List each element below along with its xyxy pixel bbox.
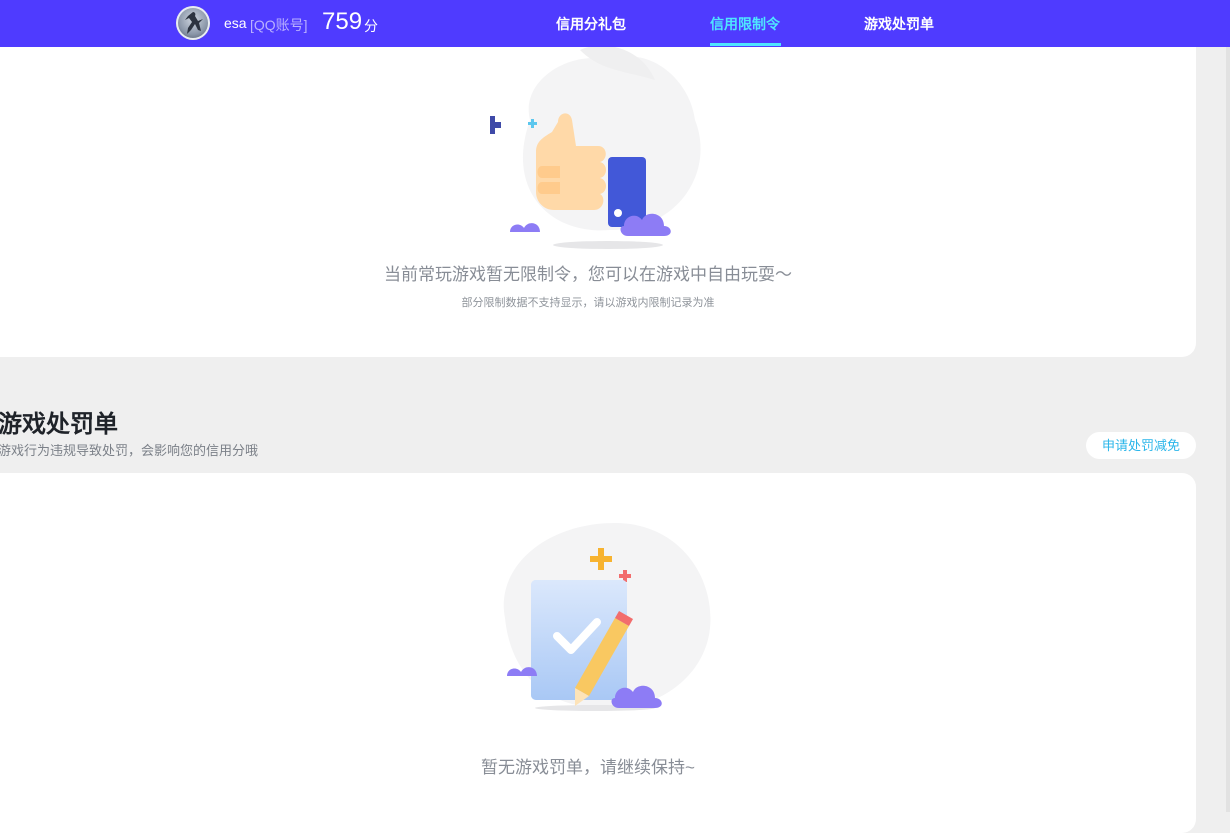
username: esa xyxy=(224,15,247,31)
avatar[interactable] xyxy=(176,6,210,40)
nav-credit-restriction[interactable]: 信用限制令 xyxy=(710,14,780,34)
credit-score: 759 xyxy=(322,8,363,35)
penalty-section-title: 游戏处罚单 xyxy=(0,411,118,438)
apply-penalty-reduction-button[interactable]: 申请处罚减免 xyxy=(1086,432,1196,459)
nav-active-indicator xyxy=(710,43,781,46)
clipboard-check-illustration xyxy=(503,523,711,711)
restriction-card: 当前常玩游戏暂无限制令，您可以在游戏中自由玩耍～ 部分限制数据不支持显示，请以游… xyxy=(0,20,1196,357)
nav-game-penalty[interactable]: 游戏处罚单 xyxy=(864,14,934,34)
nav-credit-gift[interactable]: 信用分礼包 xyxy=(556,14,626,34)
scrollbar[interactable] xyxy=(1226,47,1230,812)
penalty-empty-title: 暂无游戏罚单，请继续保持~ xyxy=(481,758,695,777)
thumbs-up-illustration xyxy=(490,45,701,249)
credit-score-unit: 分 xyxy=(364,18,378,34)
restriction-empty-title: 当前常玩游戏暂无限制令，您可以在游戏中自由玩耍～ xyxy=(384,265,792,284)
penalty-card: 暂无游戏罚单，请继续保持~ xyxy=(0,473,1196,833)
penalty-section-desc: 游戏行为违规导致处罚，会影响您的信用分哦 xyxy=(0,443,259,458)
account-type: [QQ账号] xyxy=(250,17,308,33)
top-bar: esa [QQ账号] 759 分 信用分礼包 信用限制令 游戏处罚单 xyxy=(0,0,1230,47)
restriction-empty-note: 部分限制数据不支持显示，请以游戏内限制记录为准 xyxy=(461,297,715,309)
